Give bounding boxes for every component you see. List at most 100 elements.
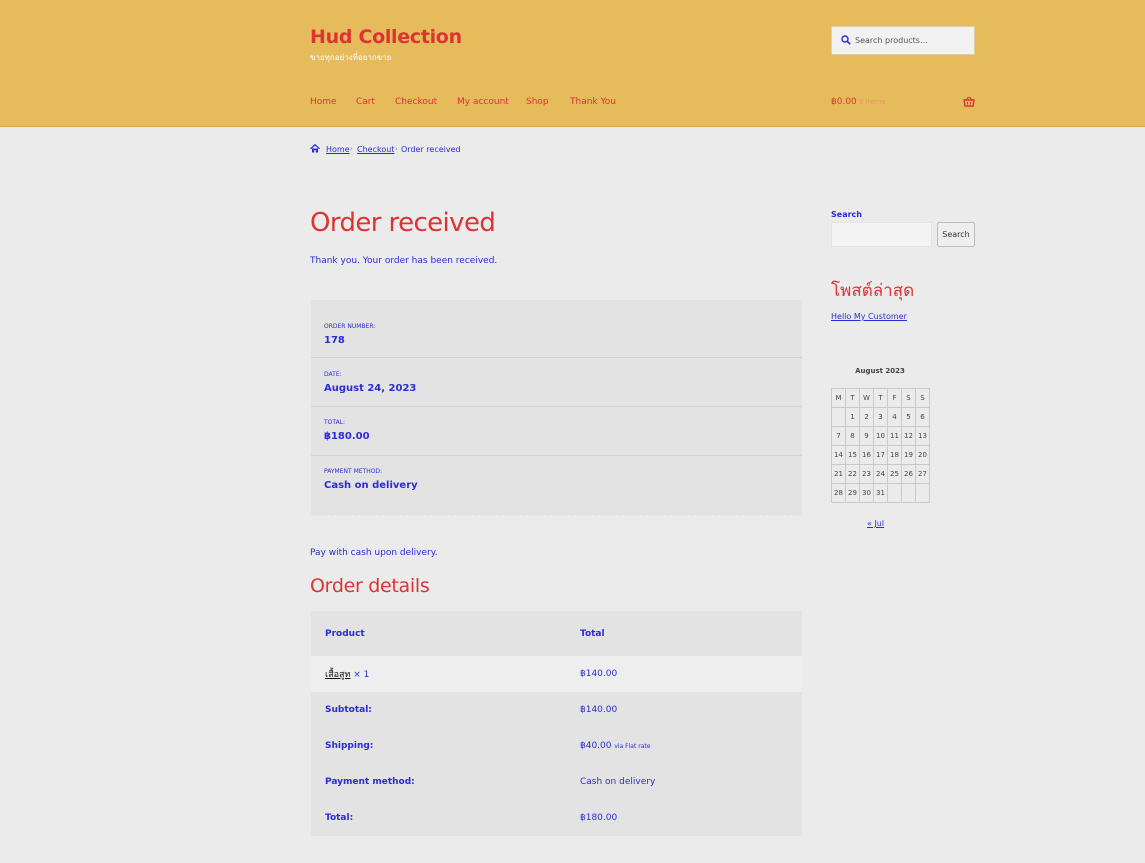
calendar-header-row: M T W T F S S (831, 388, 930, 408)
table-row: เสื้อสูท × 1 ฿140.00 (311, 656, 802, 692)
calendar-day: 12 (901, 426, 916, 446)
payment-method-value: Cash on delivery (580, 777, 656, 787)
nav-item-cart[interactable]: Cart (356, 97, 375, 107)
calendar-day: 10 (873, 426, 888, 446)
calendar-day: 18 (887, 445, 902, 465)
shipping-cell: ฿40.00 via Flat rate (580, 741, 650, 751)
overview-total: Total: ฿180.00 (311, 408, 802, 456)
calendar-day: 13 (915, 426, 930, 446)
product-search-input[interactable]: Search products… (831, 26, 975, 55)
search-icon (841, 35, 851, 45)
calendar-day: 26 (901, 464, 916, 484)
thank-you-message: Thank you. Your order has been received. (310, 256, 498, 266)
total-value: ฿180.00 (580, 813, 618, 823)
total-label: Total: (325, 813, 354, 823)
site-header: Hud Collection ขายทุกอย่างที่อยากขาย Sea… (0, 0, 1145, 127)
sidebar-search-button[interactable]: Search (937, 222, 975, 247)
sidebar-search-input[interactable] (831, 222, 932, 247)
calendar-week: 28 29 30 31 (831, 483, 930, 503)
overview-value: 178 (324, 335, 345, 346)
calendar-day-header: S (901, 388, 916, 408)
calendar-day: 20 (915, 445, 930, 465)
calendar-day: 15 (845, 445, 860, 465)
site-tagline: ขายทุกอย่างที่อยากขาย (310, 53, 392, 62)
nav-item-home[interactable]: Home (310, 97, 337, 107)
order-details-title: Order details (310, 575, 430, 597)
overview-payment-method: Payment method: Cash on delivery (311, 457, 802, 505)
calendar-day: 11 (887, 426, 902, 446)
calendar-day (901, 483, 916, 503)
payment-instructions: Pay with cash upon delivery. (310, 548, 438, 558)
cart-count[interactable]: 0 items (859, 98, 885, 106)
calendar-day: 6 (915, 407, 930, 427)
calendar-day: 17 (873, 445, 888, 465)
table-row: Payment method: Cash on delivery (311, 764, 802, 800)
calendar-day-header: T (845, 388, 860, 408)
overview-value: August 24, 2023 (324, 383, 417, 394)
calendar-day: 1 (845, 407, 860, 427)
overview-label: Order number: (324, 323, 376, 330)
cart-amount[interactable]: ฿0.00 (831, 97, 857, 107)
calendar-day: 31 (873, 483, 888, 503)
calendar-day: 29 (845, 483, 860, 503)
calendar-day: 9 (859, 426, 874, 446)
home-icon[interactable] (310, 144, 320, 153)
calendar-day: 5 (901, 407, 916, 427)
calendar-day: 16 (859, 445, 874, 465)
nav-item-thank-you[interactable]: Thank You (570, 97, 616, 107)
calendar-day: 28 (831, 483, 846, 503)
shopping-basket-icon[interactable] (963, 96, 975, 107)
calendar-day-header: F (887, 388, 902, 408)
overview-order-number: Order number: 178 (311, 310, 802, 358)
page-title: Order received (310, 208, 496, 238)
breadcrumb-separator: › (395, 145, 398, 153)
column-header-total: Total (580, 628, 605, 639)
product-link[interactable]: เสื้อสูท (325, 670, 350, 680)
breadcrumb-checkout[interactable]: Checkout (357, 145, 394, 154)
site-title[interactable]: Hud Collection (310, 26, 462, 48)
breadcrumb-home[interactable]: Home (326, 145, 350, 154)
overview-date: Date: August 24, 2023 (311, 359, 802, 407)
calendar-previous-month[interactable]: « Jul (867, 519, 884, 528)
calendar-week: 14 15 16 17 18 19 20 (831, 445, 930, 465)
calendar-caption: August 2023 (855, 367, 905, 375)
calendar-table: M T W T F S S 1 2 3 4 5 6 7 8 9 10 11 12… (831, 388, 930, 503)
breadcrumb-current: Order received (401, 145, 461, 154)
recent-post-link[interactable]: Hello My Customer (831, 312, 907, 321)
overview-value: Cash on delivery (324, 480, 418, 491)
calendar-day: 8 (845, 426, 860, 446)
calendar-day: 19 (901, 445, 916, 465)
table-row: Shipping: ฿40.00 via Flat rate (311, 728, 802, 764)
overview-label: Total: (324, 419, 346, 426)
order-overview: Order number: 178 Date: August 24, 2023 … (311, 300, 802, 515)
overview-label: Date: (324, 371, 342, 378)
calendar-day-header: W (859, 388, 874, 408)
subtotal-value: ฿140.00 (580, 705, 618, 715)
product-cell: เสื้อสูท × 1 (325, 667, 369, 681)
calendar-day: 3 (873, 407, 888, 427)
product-total: ฿140.00 (580, 669, 618, 679)
calendar-day (915, 483, 930, 503)
product-quantity: × 1 (353, 670, 370, 680)
calendar-day: 4 (887, 407, 902, 427)
calendar-day: 14 (831, 445, 846, 465)
recent-posts-title: โพสต์ล่าสุด (831, 281, 915, 301)
nav-item-shop[interactable]: Shop (526, 97, 549, 107)
shipping-label: Shipping: (325, 741, 374, 751)
calendar-day: 23 (859, 464, 874, 484)
calendar-day (831, 407, 846, 427)
calendar-day: 27 (915, 464, 930, 484)
calendar-day: 24 (873, 464, 888, 484)
shipping-value: ฿40.00 (580, 741, 612, 751)
column-header-product: Product (325, 628, 365, 639)
calendar-day-header: M (831, 388, 846, 408)
breadcrumb-separator: › (350, 145, 353, 153)
nav-item-checkout[interactable]: Checkout (395, 97, 437, 107)
calendar-day: 25 (887, 464, 902, 484)
nav-item-my-account[interactable]: My account (457, 97, 509, 107)
calendar-week: 7 8 9 10 11 12 13 (831, 426, 930, 446)
sidebar-search-label: Search (831, 210, 862, 219)
receipt-bottom-edge (311, 513, 802, 517)
calendar-day: 2 (859, 407, 874, 427)
table-row: Total: ฿180.00 (311, 800, 802, 836)
